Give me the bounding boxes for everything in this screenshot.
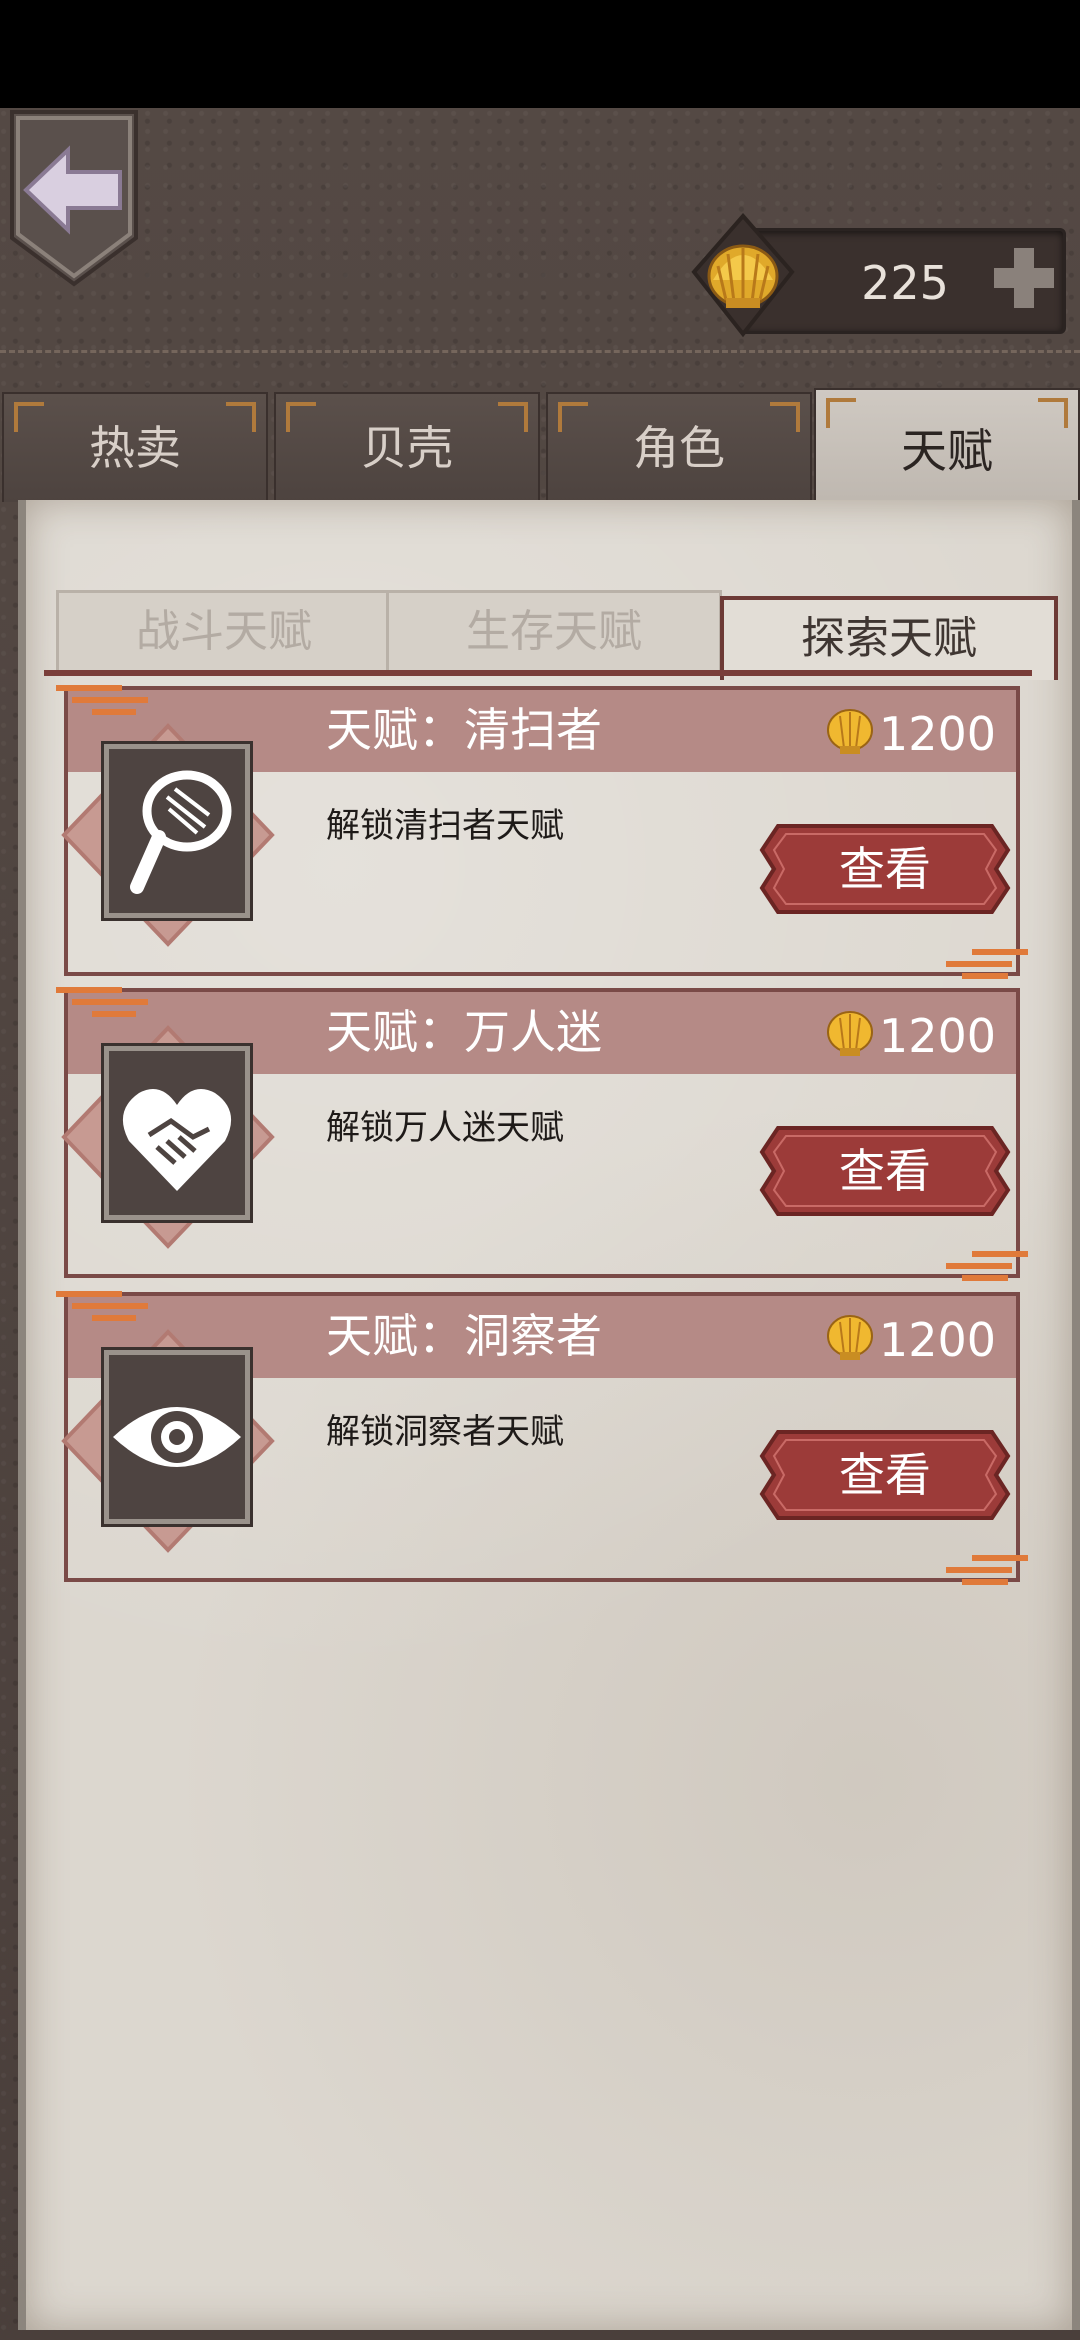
icon-frame [104,744,250,918]
tab-label: 天赋 [901,424,993,478]
plus-icon [994,248,1054,308]
shell-icon [827,709,873,754]
talent-card: 天赋：万人迷 1200 解锁万人迷天赋 查看 [56,987,1028,1281]
talent-card: 天赋：清扫者 1200 解锁清扫者天赋 查看 [56,685,1028,979]
tab-label: 贝壳 [361,421,453,475]
cloud-ornament [56,1291,148,1321]
view-button[interactable]: 查看 [758,820,1012,918]
card-title: 天赋：洞察者 [326,1309,602,1363]
status-bar [0,0,1080,108]
card-price: 1200 [878,1313,996,1367]
tab-hot[interactable]: 热卖 [2,392,268,502]
shell-icon [827,1011,873,1056]
subtab-label: 生存天赋 [466,606,642,657]
view-button-label: 查看 [839,1144,931,1198]
icon-frame [104,1350,250,1524]
magnifier-icon [130,770,232,894]
tab-shells[interactable]: 贝壳 [274,392,540,502]
subtab-combat[interactable]: 战斗天赋 [56,590,392,671]
currency-value: 225 [861,256,949,310]
cloud-ornament [946,1251,1028,1281]
tab-label: 热卖 [89,421,181,475]
cloud-ornament [946,949,1028,979]
view-button-label: 查看 [839,842,931,896]
card-description: 解锁万人迷天赋 [326,1108,564,1148]
card-title: 天赋：清扫者 [326,703,602,757]
view-button-label: 查看 [839,1448,931,1502]
subtab-exploration[interactable]: 探索天赋 [720,596,1058,680]
card-price: 1200 [878,1009,996,1063]
card-description: 解锁清扫者天赋 [326,806,564,846]
tab-label: 角色 [633,421,725,475]
eye-icon [113,1407,241,1467]
cloud-ornament [56,987,148,1017]
subtab-underline [44,670,1032,676]
subtab-label: 战斗天赋 [136,606,312,657]
cloud-ornament [946,1555,1028,1585]
tab-talents[interactable]: 天赋 [814,388,1080,512]
subtab-survival[interactable]: 生存天赋 [386,590,722,671]
view-button[interactable]: 查看 [758,1122,1012,1220]
shell-icon [691,212,795,338]
talent-card: 天赋：洞察者 1200 解锁洞察者天赋 查看 [56,1291,1028,1585]
back-button[interactable] [6,108,142,288]
shell-icon [827,1315,873,1360]
subtab-label: 探索天赋 [801,613,977,664]
view-button[interactable]: 查看 [758,1426,1012,1524]
add-currency-button[interactable] [990,244,1058,312]
header-stitch [0,350,1080,357]
card-title: 天赋：万人迷 [326,1005,602,1059]
tab-characters[interactable]: 角色 [546,392,812,502]
card-description: 解锁洞察者天赋 [326,1412,564,1452]
icon-frame [104,1046,250,1220]
heart-handshake-icon [122,1089,232,1191]
card-price: 1200 [878,707,996,761]
cloud-ornament [56,685,148,715]
